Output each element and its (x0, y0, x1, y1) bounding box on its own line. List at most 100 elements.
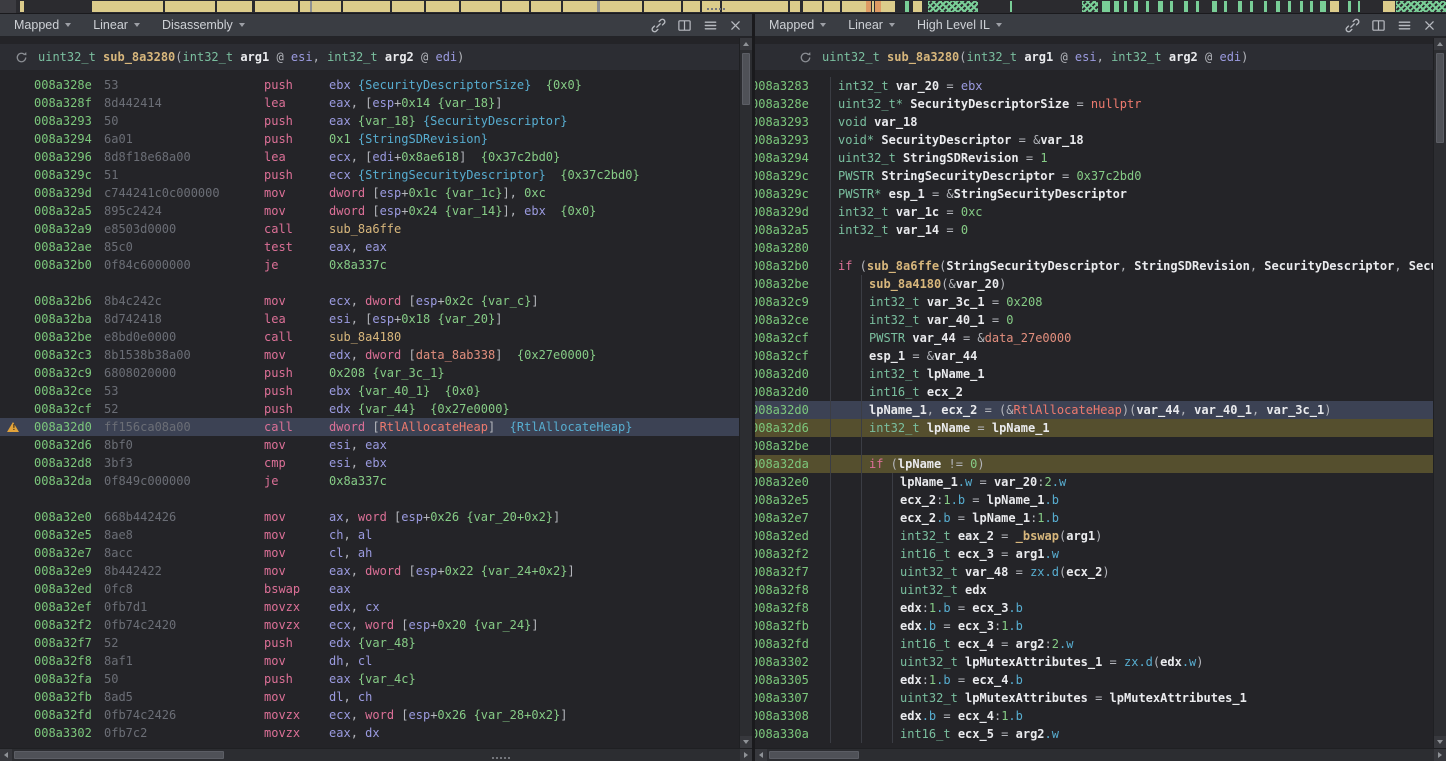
hlil-line[interactable]: 008a32fbedx.b = ecx_3:1.b (755, 617, 1433, 635)
hlil-line[interactable]: 008a329dint32_t var_1c = 0xc (755, 203, 1433, 221)
disasm-line[interactable]: 008a32946a01push0x1 {StringSDRevision} (0, 130, 739, 148)
vertical-scrollbar-thumb[interactable] (1436, 53, 1444, 143)
function-signature-row[interactable]: uint32_t sub_8a3280(int32_t arg1 @ esi, … (0, 44, 739, 70)
disasm-line[interactable]: 008a329c51pushecx {StringSecurityDescrip… (0, 166, 739, 184)
disasm-line[interactable]: 008a329350pusheax {var_18} {SecurityDesc… (0, 112, 739, 130)
disasm-line[interactable]: 008a32f752pushedx {var_48} (0, 634, 739, 652)
disasm-line[interactable]: 008a33020fb7c2movzxeax, dx (0, 724, 739, 742)
hlil-line[interactable]: 008a32e7ecx_2.b = lpName_1:1.b (755, 509, 1433, 527)
disasm-line[interactable]: 008a32cf52pushedx {var_44} {0x27e0000} (0, 400, 739, 418)
vertical-scrollbar[interactable] (1433, 38, 1446, 748)
scroll-left-button[interactable] (0, 749, 12, 761)
hlil-line[interactable]: 008a32besub_8a4180(&var_20) (755, 275, 1433, 293)
scroll-up-button[interactable] (740, 38, 752, 50)
link-icon[interactable] (1345, 18, 1360, 33)
hlil-line[interactable]: 008a3283int32_t var_20 = ebx (755, 77, 1433, 95)
scroll-right-button[interactable] (1434, 749, 1446, 761)
disasm-line[interactable]: 008a32fb8ad5movdl, ch (0, 688, 739, 706)
function-signature-row[interactable]: uint32_t sub_8a3280(int32_t arg1 @ esi, … (755, 44, 1433, 70)
link-icon[interactable] (651, 18, 666, 33)
scroll-up-button[interactable] (1434, 38, 1446, 50)
disasm-line[interactable]: 008a328f8d442414leaeax, [esp+0x14 {var_1… (0, 94, 739, 112)
hlil-line[interactable]: 008a32daif (lpName != 0) (755, 455, 1433, 473)
hlil-line[interactable]: 008a32e5ecx_2:1.b = lpName_1.b (755, 491, 1433, 509)
hlil-line[interactable]: 008a32b0if (sub_8a6ffe(StringSecurityDes… (755, 257, 1433, 275)
horizontal-scrollbar[interactable] (755, 748, 1446, 761)
horizontal-scrollbar-thumb[interactable] (769, 751, 859, 759)
disasm-line[interactable]: 008a32e0668b442426movax, word [esp+0x26 … (0, 508, 739, 526)
hlil-line[interactable]: 008a3293void* SecurityDescriptor = &var_… (755, 131, 1433, 149)
hlil-line[interactable]: 008a32f2int16_t ecx_3 = arg1.w (755, 545, 1433, 563)
disasm-line[interactable]: 008a328e53pushebx {SecurityDescriptorSiz… (0, 76, 739, 94)
hlil-line[interactable]: 008a32d6int32_t lpName = lpName_1 (755, 419, 1433, 437)
horizontal-scrollbar[interactable] (0, 748, 752, 761)
hlil-line[interactable]: 008a32f7uint32_t var_48 = zx.d(ecx_2) (755, 563, 1433, 581)
disasm-line[interactable]: 008a32ae85c0testeax, eax (0, 238, 739, 256)
disasm-line[interactable]: 008a32ba8d742418leaesi, [esp+0x18 {var_2… (0, 310, 739, 328)
split-view-icon[interactable] (677, 18, 692, 33)
close-icon[interactable] (1423, 19, 1436, 32)
disasm-line[interactable]: 008a32a9e8503d0000callsub_8a6ffe (0, 220, 739, 238)
vertical-scrollbar-thumb[interactable] (742, 53, 750, 105)
hlil-line[interactable]: 008a32edint32_t eax_2 = _bswap(arg1) (755, 527, 1433, 545)
hlil-line[interactable]: 008a32c9int32_t var_3c_1 = 0x208 (755, 293, 1433, 311)
mapped-dropdown[interactable]: Mapped (769, 18, 826, 32)
mapped-dropdown[interactable]: Mapped (14, 18, 71, 32)
feature-map[interactable] (0, 0, 1446, 13)
scroll-down-button[interactable] (1434, 736, 1446, 748)
hlil-line[interactable]: 008a32ceint32_t var_40_1 = 0 (755, 311, 1433, 329)
menu-icon[interactable] (1397, 18, 1412, 33)
disasm-line[interactable]: 008a32ed0fc8bswapeax (0, 580, 739, 598)
linear-dropdown[interactable]: Linear (848, 18, 895, 32)
disasm-line[interactable]: 008a32ce53pushebx {var_40_1} {0x0} (0, 382, 739, 400)
hlil-line[interactable]: 008a32e0lpName_1.w = var_20:2.w (755, 473, 1433, 491)
hlil-line[interactable]: 008a32f8edx:1.b = ecx_3.b (755, 599, 1433, 617)
hlil-line[interactable]: 008a3293void var_18 (755, 113, 1433, 131)
blank-line[interactable]: 008a32be (755, 437, 1433, 455)
hlil-line[interactable]: 008a32d0int16_t ecx_2 (755, 383, 1433, 401)
refresh-icon[interactable] (799, 51, 812, 64)
refresh-icon[interactable] (15, 51, 28, 64)
hlil-line[interactable]: 008a3307uint32_t lpMutexAttributes = lpM… (755, 689, 1433, 707)
disasm-line[interactable]: 008a32a5895c2424movdword [esp+0x24 {var_… (0, 202, 739, 220)
hlil-line[interactable]: 008a329cPWSTR* esp_1 = &StringSecurityDe… (755, 185, 1433, 203)
linear-dropdown[interactable]: Linear (93, 18, 140, 32)
disassembly-dropdown[interactable]: Disassembly (162, 18, 245, 32)
hlil-line[interactable]: 008a32cfPWSTR var_44 = &data_27e0000 (755, 329, 1433, 347)
hlil-line[interactable]: 008a3302uint32_t lpMutexAttributes_1 = z… (755, 653, 1433, 671)
disasm-line[interactable]: 008a32d0ff156ca08a00calldword [RtlAlloca… (0, 418, 739, 436)
hlil-line[interactable]: 008a32d0lpName_1, ecx_2 = (&RtlAllocateH… (755, 401, 1433, 419)
disasm-line[interactable]: 008a329dc744241c0c000000movdword [esp+0x… (0, 184, 739, 202)
hlil-line[interactable]: 008a32d0int32_t lpName_1 (755, 365, 1433, 383)
disasm-line[interactable]: 008a32c96808020000push0x208 {var_3c_1} (0, 364, 739, 382)
feature-map-grip[interactable] (707, 8, 725, 10)
disasm-line[interactable]: 008a32e78accmovcl, ah (0, 544, 739, 562)
disasm-line[interactable]: 008a32c38b1538b38a00movedx, dword [data_… (0, 346, 739, 364)
scroll-left-button[interactable] (755, 749, 767, 761)
disasm-line[interactable]: 008a32e98b442422moveax, dword [esp+0x22 … (0, 562, 739, 580)
high-level-il-dropdown[interactable]: High Level IL (917, 18, 1002, 32)
hlil-line[interactable]: 008a3294uint32_t StringSDRevision = 1 (755, 149, 1433, 167)
disasm-line[interactable]: 008a32b68b4c242cmovecx, dword [esp+0x2c … (0, 292, 739, 310)
blank-line[interactable]: 008a3280 (755, 239, 1433, 257)
disasm-line[interactable]: 008a32e58ae8movch, al (0, 526, 739, 544)
hlil-line[interactable]: 008a32fdint16_t ecx_4 = arg2:2.w (755, 635, 1433, 653)
disasm-line[interactable]: 008a32968d8f18e68a00leaecx, [edi+0x8ae61… (0, 148, 739, 166)
disasm-line[interactable]: 008a32f20fb74c2420movzxecx, word [esp+0x… (0, 616, 739, 634)
hlil-line[interactable]: 008a328euint32_t* SecurityDescriptorSize… (755, 95, 1433, 113)
splitter-grip[interactable] (492, 757, 510, 759)
disasm-line[interactable]: 008a32f88af1movdh, cl (0, 652, 739, 670)
horizontal-scrollbar-thumb[interactable] (14, 751, 224, 759)
hlil-line[interactable]: 008a329cPWSTR StringSecurityDescriptor =… (755, 167, 1433, 185)
close-icon[interactable] (729, 19, 742, 32)
hlil-line[interactable]: 008a32cfesp_1 = &var_44 (755, 347, 1433, 365)
disasm-line[interactable]: 008a32bee8bd0e0000callsub_8a4180 (0, 328, 739, 346)
disasm-line[interactable]: 008a32d68bf0movesi, eax (0, 436, 739, 454)
disasm-line[interactable]: 008a32fa50pusheax {var_4c} (0, 670, 739, 688)
hlil-line[interactable]: 008a32a5int32_t var_14 = 0 (755, 221, 1433, 239)
hlil-line[interactable]: 008a3308edx.b = ecx_4:1.b (755, 707, 1433, 725)
vertical-scrollbar[interactable] (739, 38, 752, 748)
disasm-line[interactable]: 008a32b00f84c6000000je0x8a337c (0, 256, 739, 274)
disasm-line[interactable]: 008a32ef0fb7d1movzxedx, cx (0, 598, 739, 616)
disasm-line[interactable]: 008a32da0f849c000000je0x8a337c (0, 472, 739, 490)
